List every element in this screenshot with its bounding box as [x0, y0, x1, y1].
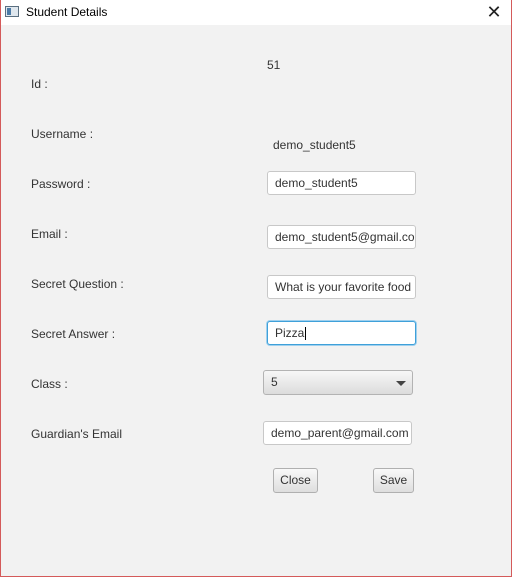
password-label: Password : — [31, 177, 91, 191]
chevron-down-icon — [396, 381, 406, 386]
title-bar: Student Details ✕ — [1, 0, 511, 25]
close-icon[interactable]: ✕ — [483, 1, 505, 23]
guardian-email-label: Guardian's Email — [31, 427, 122, 441]
id-label: Id : — [31, 77, 48, 91]
text-caret — [305, 327, 307, 341]
window-title: Student Details — [26, 5, 108, 19]
app-window-icon — [5, 6, 19, 17]
secret-answer-field[interactable]: Pizza — [267, 321, 416, 345]
guardian-email-field[interactable]: demo_parent@gmail.com — [263, 421, 412, 445]
secret-question-field[interactable]: What is your favorite food — [267, 275, 416, 299]
id-value: 51 — [267, 58, 281, 72]
username-value: demo_student5 — [273, 138, 356, 152]
class-label: Class : — [31, 377, 68, 391]
email-field[interactable]: demo_student5@gmail.co — [267, 225, 416, 249]
class-dropdown[interactable]: 5 — [263, 370, 413, 395]
student-details-window: Student Details ✕ 51 Id : Username : dem… — [0, 0, 512, 577]
class-selected-value: 5 — [271, 375, 278, 389]
secret-answer-text: Pizza — [275, 326, 305, 340]
email-label: Email : — [31, 227, 68, 241]
close-button[interactable]: Close — [273, 468, 318, 493]
secret-answer-label: Secret Answer : — [31, 327, 116, 341]
save-button[interactable]: Save — [373, 468, 414, 493]
password-field[interactable]: demo_student5 — [267, 171, 416, 195]
secret-question-label: Secret Question : — [31, 277, 124, 291]
username-label: Username : — [31, 127, 94, 141]
